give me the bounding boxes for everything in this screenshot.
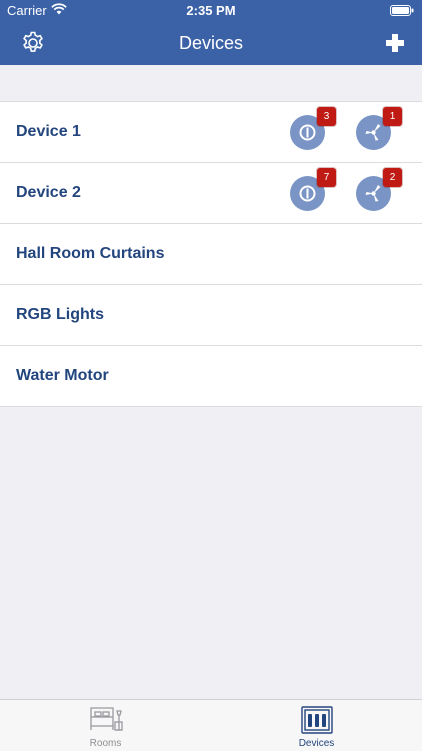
battery-icon [390, 5, 414, 16]
device-name: RGB Lights [16, 306, 104, 323]
power-button[interactable]: 3 [290, 107, 336, 150]
device-list: Device 1 3 1 Device 2 7 2 Hall Room Curt… [0, 101, 422, 407]
tab-rooms[interactable]: Rooms [0, 700, 211, 751]
status-bar: Carrier 2:35 PM [0, 0, 422, 22]
device-name: Hall Room Curtains [16, 245, 165, 262]
switchboard-icon [300, 706, 333, 734]
page-title: Devices [178, 33, 244, 53]
clock: 2:35 PM [186, 3, 236, 18]
tab-bar: Rooms Devices [0, 699, 422, 751]
tab-devices[interactable]: Devices [211, 700, 422, 751]
add-device-plus-icon[interactable] [384, 32, 406, 54]
top-bar: Carrier 2:35 PM Devices [0, 0, 422, 65]
power-count-badge: 7 [317, 168, 336, 187]
device-row-hall-room-curtains[interactable]: Hall Room Curtains [0, 224, 422, 285]
bed-icon [89, 707, 123, 731]
fan-count-badge: 2 [383, 168, 402, 187]
tab-label: Rooms [89, 738, 122, 749]
power-button[interactable]: 7 [290, 168, 336, 211]
device-row-device-2[interactable]: Device 2 7 2 [0, 163, 422, 224]
fan-button[interactable]: 2 [356, 168, 402, 211]
fan-count-badge: 1 [383, 107, 402, 126]
device-name: Device 1 [16, 123, 81, 140]
tab-label: Devices [298, 738, 335, 749]
fan-button[interactable]: 1 [356, 107, 402, 150]
device-name: Water Motor [16, 367, 109, 384]
device-row-device-1[interactable]: Device 1 3 1 [0, 102, 422, 163]
device-row-rgb-lights[interactable]: RGB Lights [0, 285, 422, 346]
power-count-badge: 3 [317, 107, 336, 126]
device-row-water-motor[interactable]: Water Motor [0, 346, 422, 407]
device-name: Device 2 [16, 184, 81, 201]
